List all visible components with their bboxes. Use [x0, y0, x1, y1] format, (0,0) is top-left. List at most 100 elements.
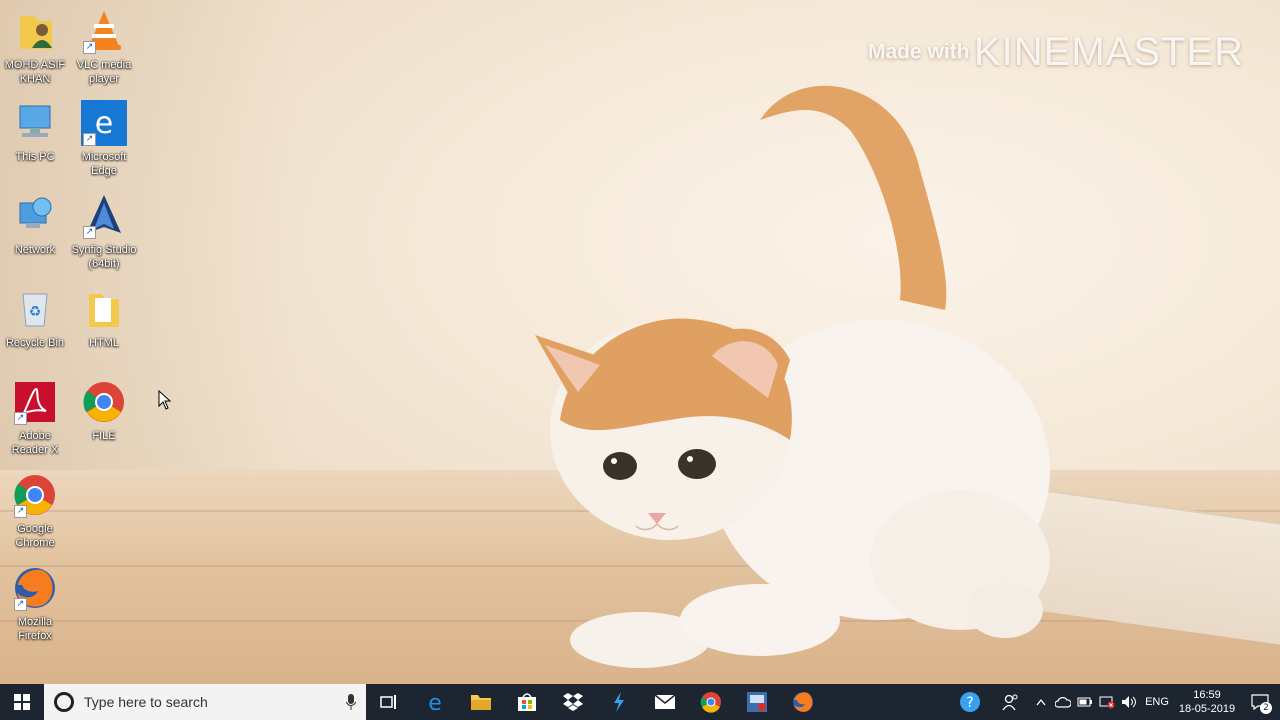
chrome-icon — [81, 379, 127, 425]
svg-text:?: ? — [966, 695, 973, 711]
desktop-icon-google-chrome[interactable]: ↗ Google Chrome — [0, 472, 70, 550]
desktop-icon-label: MOHD ASIF KHAN — [4, 59, 66, 85]
edge-icon: e — [428, 691, 442, 713]
tray-people[interactable] — [990, 684, 1030, 720]
clock[interactable]: 16:59 18-05-2019 — [1174, 688, 1240, 716]
desktop-icon-this-pc[interactable]: This PC — [0, 100, 70, 164]
cloud-icon — [1055, 697, 1071, 708]
task-view-button[interactable] — [366, 684, 412, 720]
this-pc-icon — [12, 100, 58, 146]
tray-battery[interactable] — [1074, 684, 1096, 720]
edge-icon: e ↗ — [81, 100, 127, 146]
taskbar-synfig[interactable] — [596, 684, 642, 720]
shortcut-arrow-icon: ↗ — [14, 412, 27, 425]
tray-onedrive[interactable] — [1052, 684, 1074, 720]
taskbar-file-explorer[interactable] — [458, 684, 504, 720]
vlc-icon: ↗ — [81, 8, 127, 54]
notification-count-badge: 2 — [1260, 702, 1272, 714]
watermark-prefix: Made with — [867, 40, 970, 64]
tray-show-hidden[interactable] — [1030, 684, 1052, 720]
desktop-icon-label: Adobe Reader X — [11, 430, 59, 456]
shortcut-arrow-icon: ↗ — [14, 598, 27, 611]
desktop-icon-label: VLC media player — [76, 59, 132, 85]
network-icon — [12, 193, 58, 239]
desktop-icon-label: Network — [14, 244, 56, 256]
chevron-up-icon — [1036, 698, 1046, 706]
shortcut-arrow-icon: ↗ — [83, 41, 96, 54]
taskbar-firefox[interactable] — [780, 684, 826, 720]
chrome-icon — [700, 692, 721, 713]
mouse-pointer-icon — [158, 390, 172, 410]
input-language[interactable]: ENG — [1140, 696, 1174, 708]
mail-icon — [654, 694, 676, 709]
action-center-button[interactable]: 2 — [1240, 684, 1280, 720]
svg-text:♻: ♻ — [29, 304, 42, 320]
dropbox-icon — [563, 693, 583, 711]
shortcut-arrow-icon: ↗ — [83, 133, 96, 146]
kitten-illustration — [535, 85, 1050, 668]
taskbar-edge[interactable]: e — [412, 684, 458, 720]
desktop-wallpaper: Made with KINEMASTER MOHD ASIF KHAN ↗ VL… — [0, 0, 1280, 684]
user-folder-icon — [12, 8, 58, 54]
windows-logo-icon — [14, 694, 30, 710]
clock-time: 16:59 — [1193, 689, 1221, 701]
tray-help[interactable]: ? — [950, 684, 990, 720]
svg-text:e: e — [428, 691, 442, 713]
desktop-icon-label: This PC — [15, 151, 55, 163]
desktop-icon-html-folder[interactable]: HTML — [69, 286, 139, 350]
taskbar-search-box[interactable]: Type here to search — [44, 684, 366, 720]
desktop-icon-label: Google Chrome — [15, 523, 55, 549]
shortcut-arrow-icon: ↗ — [14, 505, 27, 518]
watermark-brand: KINEMASTER — [973, 30, 1244, 74]
task-view-icon — [380, 695, 396, 709]
desktop-icon-label: Recycle Bin — [5, 337, 65, 349]
desktop-icon-user-folder[interactable]: MOHD ASIF KHAN — [0, 8, 70, 86]
taskbar-store[interactable] — [504, 684, 550, 720]
taskbar-chrome[interactable] — [688, 684, 734, 720]
desktop-icon-recycle-bin[interactable]: ♻ Recycle Bin — [0, 286, 70, 350]
synfig-icon — [614, 692, 624, 712]
store-icon — [518, 693, 536, 711]
svg-text:e: e — [95, 106, 113, 141]
file-explorer-icon — [471, 695, 491, 710]
clock-date: 18-05-2019 — [1178, 703, 1236, 715]
adobe-reader-icon: ↗ — [12, 379, 58, 425]
chrome-icon: ↗ — [12, 472, 58, 518]
desktop-icon-label: FILE — [92, 430, 116, 442]
microphone-icon[interactable] — [346, 694, 356, 710]
desktop-icon-label: Microsoft Edge — [81, 151, 127, 177]
taskbar-media[interactable] — [734, 684, 780, 720]
firefox-icon: ↗ — [12, 565, 58, 611]
help-icon: ? — [960, 692, 980, 712]
kinemaster-watermark: Made with KINEMASTER — [868, 30, 1244, 75]
system-tray: ? ENG 16:59 18-05-2019 2 — [950, 684, 1280, 720]
tray-network[interactable] — [1096, 684, 1118, 720]
synfig-icon: ↗ — [81, 193, 127, 239]
start-button[interactable] — [0, 684, 44, 720]
folder-icon — [81, 286, 127, 332]
cortana-icon — [54, 692, 74, 712]
taskbar-dropbox[interactable] — [550, 684, 596, 720]
desktop-icon-firefox[interactable]: ↗ Mozilla Firefox — [0, 565, 70, 643]
battery-icon — [1077, 697, 1092, 707]
people-icon — [1002, 694, 1018, 711]
desktop-icon-vlc[interactable]: ↗ VLC media player — [69, 8, 139, 86]
desktop-icon-label: Mozilla Firefox — [17, 616, 53, 642]
recycle-bin-icon: ♻ — [12, 286, 58, 332]
taskbar-mail[interactable] — [642, 684, 688, 720]
firefox-icon — [793, 692, 813, 712]
desktop-icon-label: HTML — [89, 337, 119, 349]
desktop-icon-synfig[interactable]: ↗ Synfig Studio (64bit) — [69, 193, 139, 271]
desktop-icon-label: Synfig Studio (64bit) — [71, 244, 137, 270]
desktop-icon-adobe-reader[interactable]: ↗ Adobe Reader X — [0, 379, 70, 457]
search-placeholder: Type here to search — [84, 694, 208, 710]
media-icon — [747, 692, 767, 712]
shortcut-arrow-icon: ↗ — [83, 226, 96, 239]
taskbar: Type here to search e ? ENG 16:59 18-05-… — [0, 684, 1280, 720]
tray-volume[interactable] — [1118, 684, 1140, 720]
desktop-icon-file-chrome[interactable]: FILE — [69, 379, 139, 443]
desktop-icon-edge[interactable]: e ↗ Microsoft Edge — [69, 100, 139, 178]
network-status-icon — [1099, 696, 1115, 709]
volume-icon — [1122, 696, 1136, 708]
desktop-icon-network[interactable]: Network — [0, 193, 70, 257]
